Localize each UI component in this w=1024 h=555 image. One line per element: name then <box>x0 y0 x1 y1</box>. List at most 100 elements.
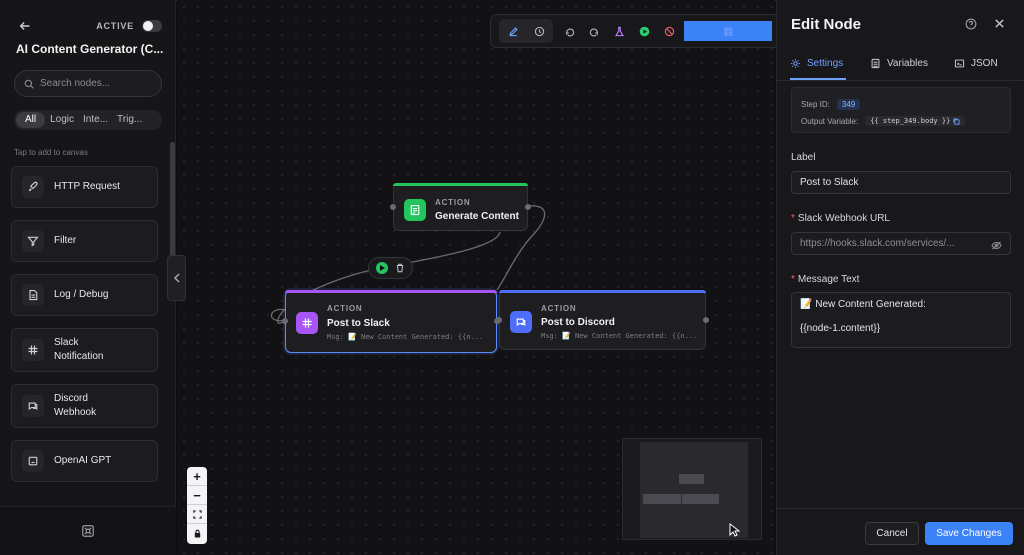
palette-item-slack[interactable]: Slack Notification <box>11 328 158 372</box>
workflow-canvas[interactable]: ACTION Generate Content ACTION Post to S… <box>177 0 883 555</box>
output-variable-row: Output Variable: {{ step_349.body }} <box>801 116 966 126</box>
trash-icon[interactable] <box>395 263 405 273</box>
minimap-node <box>679 474 704 484</box>
active-toggle-wrap: ACTIVE <box>96 20 162 32</box>
stop-button[interactable] <box>659 21 679 41</box>
output-handle[interactable] <box>525 204 531 210</box>
search-box[interactable] <box>14 70 162 97</box>
document-icon <box>22 284 44 306</box>
search-input[interactable] <box>40 78 150 89</box>
palette-list: HTTP Request Filter Log / Debug Slack No… <box>11 166 158 494</box>
run-button[interactable] <box>634 21 654 41</box>
floppy-icon <box>724 27 732 35</box>
webhook-field-label: * Slack Webhook URL <box>791 213 890 224</box>
tab-variables[interactable]: Variables <box>870 58 928 80</box>
node-generate-content[interactable]: ACTION Generate Content <box>390 183 531 231</box>
webhook-input-wrap[interactable] <box>791 232 1011 255</box>
required-marker: * <box>791 274 795 285</box>
back-arrow-icon[interactable] <box>18 19 32 33</box>
filter-triggers[interactable]: Trig... <box>113 112 146 128</box>
panel-title: Edit Node <box>791 16 861 33</box>
lock-icon <box>194 529 200 538</box>
webhook-label-text: Slack Webhook URL <box>797 213 890 224</box>
eye-off-icon[interactable] <box>991 241 1002 250</box>
fit-view-button[interactable] <box>187 505 207 524</box>
copy-icon[interactable] <box>953 117 960 125</box>
label-field-label: Label <box>791 152 816 163</box>
filter-all[interactable]: All <box>16 112 46 128</box>
play-icon <box>380 265 385 271</box>
search-icon <box>24 79 34 89</box>
mode-group <box>499 19 553 43</box>
palette-item-openai[interactable]: OpenAI GPT <box>11 440 158 482</box>
palette-item-discord[interactable]: Discord Webhook <box>11 384 158 428</box>
palette-hint: Tap to add to canvas <box>14 148 88 157</box>
collapse-sidebar-button[interactable] <box>167 255 186 301</box>
filter-logic[interactable]: Logic <box>46 112 78 128</box>
list-icon <box>871 58 880 69</box>
minimap-node <box>682 494 719 504</box>
palette-item-filter[interactable]: Filter <box>11 220 158 262</box>
panel-tabs: Settings Variables JSON <box>777 50 1024 81</box>
palette-item-label: OpenAI GPT <box>54 455 112 466</box>
close-icon[interactable] <box>994 18 1005 29</box>
command-icon[interactable] <box>81 524 95 538</box>
node-post-to-discord[interactable]: ACTION Post to Discord Msg: 📝 New Conten… <box>496 290 709 350</box>
message-textarea[interactable]: 📝 New Content Generated: {{node-1.conten… <box>791 292 1011 348</box>
run-node-button[interactable] <box>376 262 388 274</box>
webhook-url-input[interactable] <box>800 238 980 249</box>
undo-button[interactable] <box>559 21 579 41</box>
sidebar-scrollbar[interactable] <box>170 142 175 262</box>
save-changes-button[interactable]: Save Changes <box>925 522 1013 545</box>
lock-button[interactable] <box>187 524 207 543</box>
input-handle[interactable] <box>496 317 502 323</box>
node-name: Post to Discord <box>541 317 615 328</box>
tab-json[interactable]: JSON <box>954 58 998 80</box>
tab-label: JSON <box>971 58 998 69</box>
active-toggle[interactable] <box>142 20 162 32</box>
redo-button[interactable] <box>584 21 604 41</box>
rocket-icon <box>22 176 44 198</box>
step-id-row: Step ID: 349 <box>801 99 861 110</box>
history-mode-button[interactable] <box>529 21 549 41</box>
filter-integrations[interactable]: Inte... <box>79 112 112 128</box>
funnel-icon <box>22 230 44 252</box>
test-button[interactable] <box>609 21 629 41</box>
cancel-button[interactable]: Cancel <box>865 522 919 545</box>
node-palette-sidebar: ACTIVE AI Content Generator (C... All Lo… <box>0 0 176 555</box>
tab-label: Variables <box>887 58 928 69</box>
node-accent-bar <box>393 183 528 186</box>
flask-icon <box>614 26 624 36</box>
zoom-in-button[interactable]: + <box>187 467 207 486</box>
output-handle[interactable] <box>703 317 709 323</box>
minimap[interactable] <box>622 438 762 540</box>
tab-settings[interactable]: Settings <box>790 58 847 80</box>
output-variable-chip[interactable]: {{ step_349.body }} <box>865 116 966 126</box>
palette-item-log-debug[interactable]: Log / Debug <box>11 274 158 316</box>
zoom-out-button[interactable]: − <box>187 486 207 505</box>
node-quick-actions <box>368 257 413 279</box>
canvas-toolbar <box>490 14 883 48</box>
edit-node-panel: Edit Node Settings Variables JSON Step I… <box>776 0 1024 555</box>
palette-item-label: HTTP Request <box>54 181 120 192</box>
label-input-wrap[interactable] <box>791 171 1011 194</box>
palette-item-http-request[interactable]: HTTP Request <box>11 166 158 208</box>
output-variable-label: Output Variable: <box>801 116 859 126</box>
minimap-node <box>643 494 681 504</box>
image-generate-icon <box>404 199 426 221</box>
node-post-to-slack[interactable]: ACTION Post to Slack Msg: 📝 New Content … <box>282 290 500 353</box>
sidebar-header: ACTIVE AI Content Generator (C... <box>0 0 176 66</box>
node-name: Generate Content <box>435 211 519 222</box>
input-handle[interactable] <box>390 204 396 210</box>
label-input[interactable] <box>800 177 980 188</box>
help-icon[interactable] <box>965 18 977 30</box>
save-button[interactable] <box>684 21 772 41</box>
edit-mode-button[interactable] <box>503 21 523 41</box>
input-handle[interactable] <box>282 318 288 324</box>
slack-icon <box>22 339 44 361</box>
slack-icon <box>296 312 318 334</box>
palette-item-label: Log / Debug <box>54 289 109 300</box>
palette-item-label: Slack Notification <box>54 337 104 362</box>
tab-label: Settings <box>807 58 844 69</box>
